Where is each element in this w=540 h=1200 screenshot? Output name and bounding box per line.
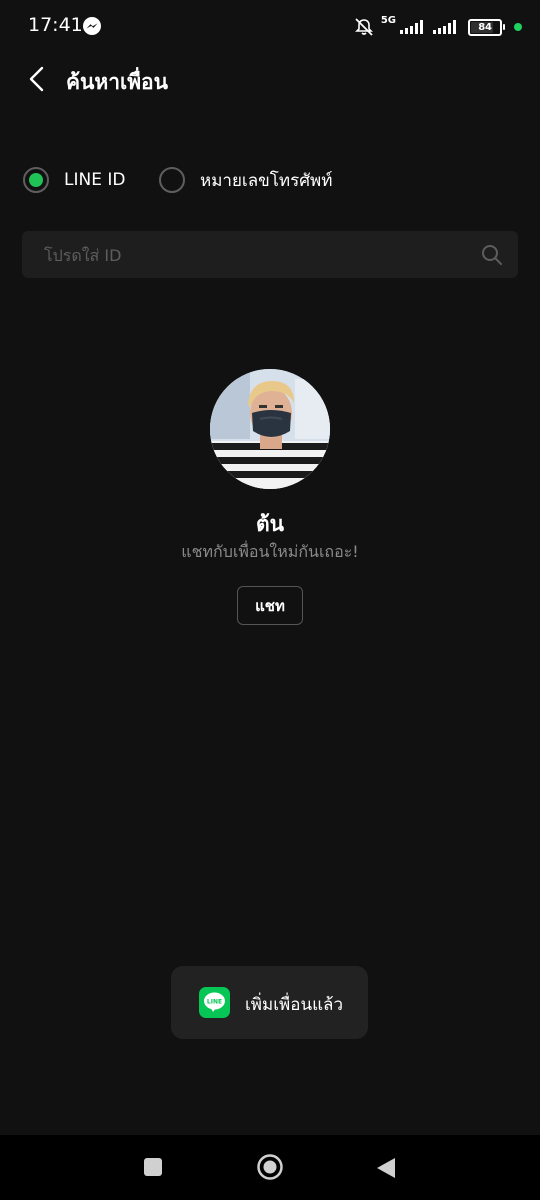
- system-nav-bar: [0, 1135, 540, 1200]
- profile-status-message: แชทกับเพื่อนใหม่กันเถอะ!: [181, 542, 359, 561]
- signal-2-icon: [433, 20, 456, 34]
- search-box[interactable]: [22, 231, 518, 278]
- signal-icon: [400, 20, 423, 34]
- network-type: 5G: [380, 15, 396, 26]
- profile-name: ต้น: [256, 512, 284, 536]
- home-icon[interactable]: [256, 1153, 284, 1181]
- line-logo-icon: LINE: [199, 987, 230, 1018]
- battery-icon: 84: [468, 18, 505, 36]
- avatar: [210, 369, 330, 489]
- radio-line-id-label: LINE ID: [64, 170, 126, 190]
- toast-message: เพิ่มเพื่อนแล้ว: [245, 995, 343, 1015]
- chat-button[interactable]: แชท: [237, 586, 303, 625]
- page-title: ค้นหาเพื่อน: [66, 70, 169, 94]
- status-icons: 5G 84: [353, 14, 522, 40]
- line-logo-text: LINE: [207, 998, 222, 1005]
- mute-icon: [354, 18, 373, 36]
- recent-apps-icon[interactable]: [143, 1157, 163, 1177]
- radio-phone-number-label: หมายเลขโทรศัพท์: [200, 170, 333, 191]
- privacy-indicator-icon: [514, 23, 522, 31]
- radio-phone-number[interactable]: หมายเลขโทรศัพท์: [159, 162, 332, 198]
- radio-line-id[interactable]: LINE ID: [23, 162, 125, 198]
- back-nav-icon[interactable]: [375, 1156, 397, 1180]
- search-input[interactable]: [42, 243, 466, 267]
- avatar-photo: [210, 369, 330, 489]
- status-time: 17:41: [28, 14, 83, 36]
- radio-line-id-indicator[interactable]: [23, 167, 49, 193]
- messenger-icon: [83, 17, 101, 35]
- toast: LINE เพิ่มเพื่อนแล้ว: [171, 966, 368, 1039]
- radio-phone-number-indicator[interactable]: [159, 167, 185, 193]
- search-icon[interactable]: [480, 243, 504, 267]
- back-button[interactable]: [22, 62, 56, 96]
